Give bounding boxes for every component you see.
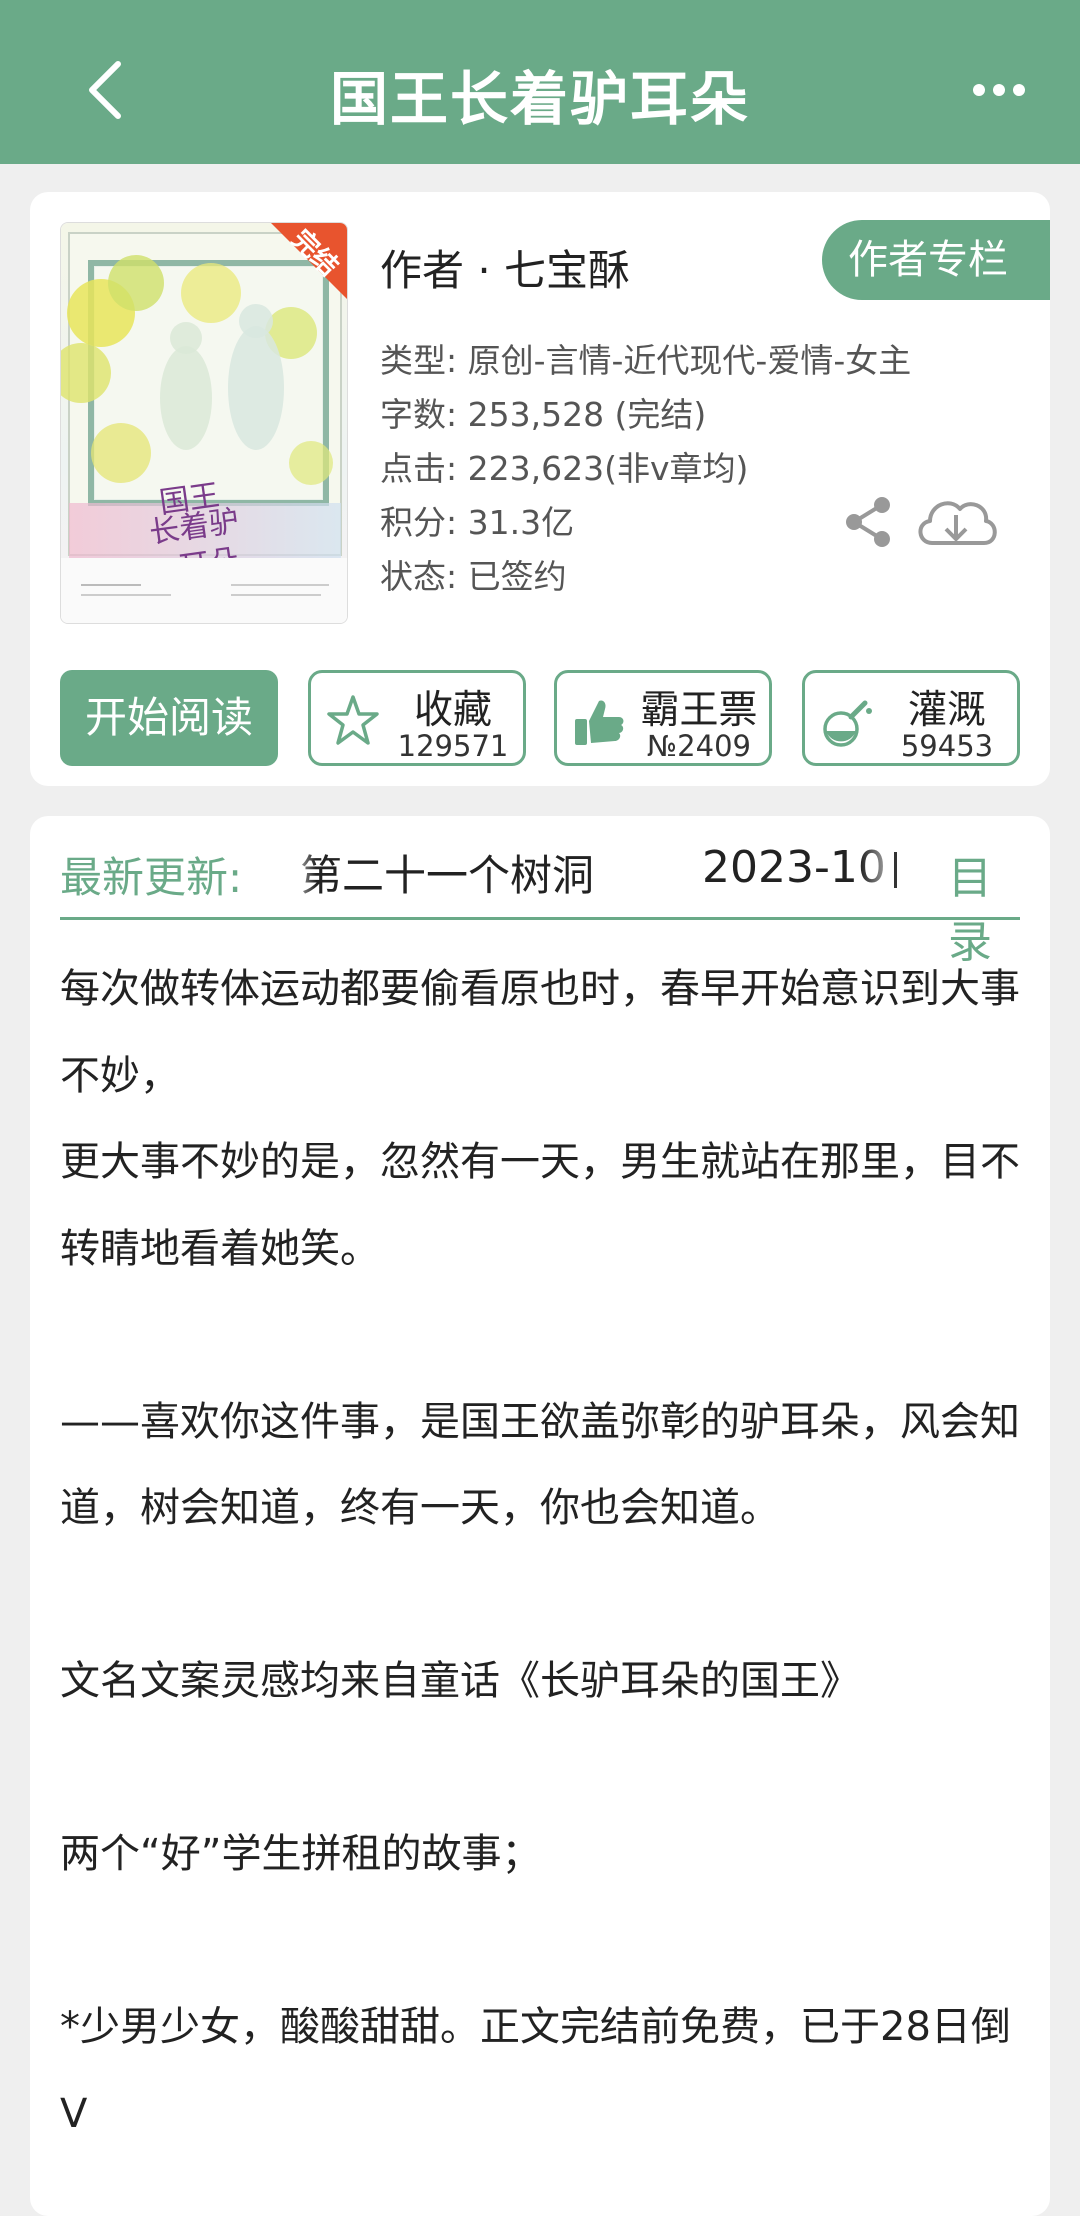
star-icon (327, 695, 379, 745)
marquee-fade-left (286, 836, 316, 906)
bawangpiao-button[interactable]: 霸王票 №2409 (554, 670, 772, 766)
share-icon (846, 497, 890, 547)
collect-count: 129571 (397, 729, 509, 763)
book-info-card: 国王 长着驴 耳朵 完结 作者 · 七宝酥 作者专栏 类型: 原创-言情-近代现… (30, 192, 1050, 786)
description-paragraph: ——喜欢你这件事，是国王欲盖弥彰的驴耳朵，风会知道，树会知道，终有一天，你也会知… (60, 1398, 1020, 1532)
book-cover[interactable]: 国王 长着驴 耳朵 完结 (60, 222, 348, 624)
collect-label: 收藏 (413, 688, 492, 733)
description-paragraph (60, 1898, 1020, 1985)
more-dots-icon (973, 84, 1025, 96)
more-button[interactable] (965, 62, 1035, 102)
top-bar: 国王长着驴耳朵 (0, 0, 1080, 164)
download-button[interactable] (910, 487, 1002, 559)
latest-chapter-title[interactable]: 第二十一个树洞 (300, 842, 690, 898)
marquee-fade-right (860, 836, 906, 906)
description-paragraph: *少男少女，酸酸甜甜。正文完结前免费，已于28日倒V (60, 2004, 1011, 2137)
collect-button[interactable]: 收藏 129571 (308, 670, 526, 766)
description-paragraph: 每次做转体运动都要偷看原也时，春早开始意识到大事不妙， (60, 966, 1020, 1099)
description-paragraph (60, 1292, 1020, 1379)
share-button[interactable] (838, 492, 898, 552)
cover-illustration: 国王 长着驴 耳朵 完结 (61, 223, 347, 623)
meta-clicks: 点击: 223,623(非v章均) (380, 449, 749, 488)
irrigate-button[interactable]: 灌溉 59453 (802, 670, 1020, 766)
book-description: 每次做转体运动都要偷看原也时，春早开始意识到大事不妙， 更大事不妙的是，忽然有一… (60, 946, 1020, 2157)
author-column-button[interactable]: 作者专栏 (822, 220, 1050, 300)
author-name[interactable]: 作者 · 七宝酥 (380, 237, 630, 298)
bawangpiao-rank: №2409 (647, 729, 751, 763)
cloud-download-icon (918, 501, 997, 545)
nutrient-flask-icon (823, 700, 872, 747)
description-paragraph: 文名文案灵感均来自童话《长驴耳朵的国王》 (60, 1658, 860, 1704)
start-reading-button[interactable]: 开始阅读 (60, 670, 278, 766)
description-paragraph: 更大事不妙的是，忽然有一天，男生就站在那里，目不转睛地看着她笑。 (60, 1139, 1020, 1272)
page-title: 国王长着驴耳朵 (329, 65, 750, 133)
book-meta: 类型: 原创-言情-近代现代-爱情-女主 字数: 253,528 (完结) 点击… (380, 334, 911, 604)
thumbs-up-icon (575, 700, 624, 745)
marquee-divider (894, 852, 897, 888)
irrigate-label: 灌溉 (907, 688, 986, 733)
irrigate-count: 59453 (900, 729, 994, 763)
meta-status: 状态: 已签约 (380, 557, 567, 596)
meta-points: 积分: 31.3亿 (380, 503, 575, 542)
description-paragraph (60, 1725, 1020, 1812)
meta-genre: 类型: 原创-言情-近代现代-爱情-女主 (380, 341, 912, 380)
description-paragraph: 两个“好”学生拼租的故事； (60, 1831, 542, 1877)
description-card: 最新更新: 第二十一个树洞 2023-10 目录 每次做转体运动都要偷看原也时，… (30, 816, 1050, 2216)
meta-word-count: 字数: 253,528 (完结) (380, 395, 707, 434)
latest-update-label: 最新更新: (60, 853, 243, 902)
description-paragraph (60, 1552, 1020, 1639)
bawangpiao-label: 霸王票 (640, 688, 758, 733)
latest-update-row[interactable]: 最新更新: 第二十一个树洞 2023-10 目录 (60, 816, 1020, 968)
